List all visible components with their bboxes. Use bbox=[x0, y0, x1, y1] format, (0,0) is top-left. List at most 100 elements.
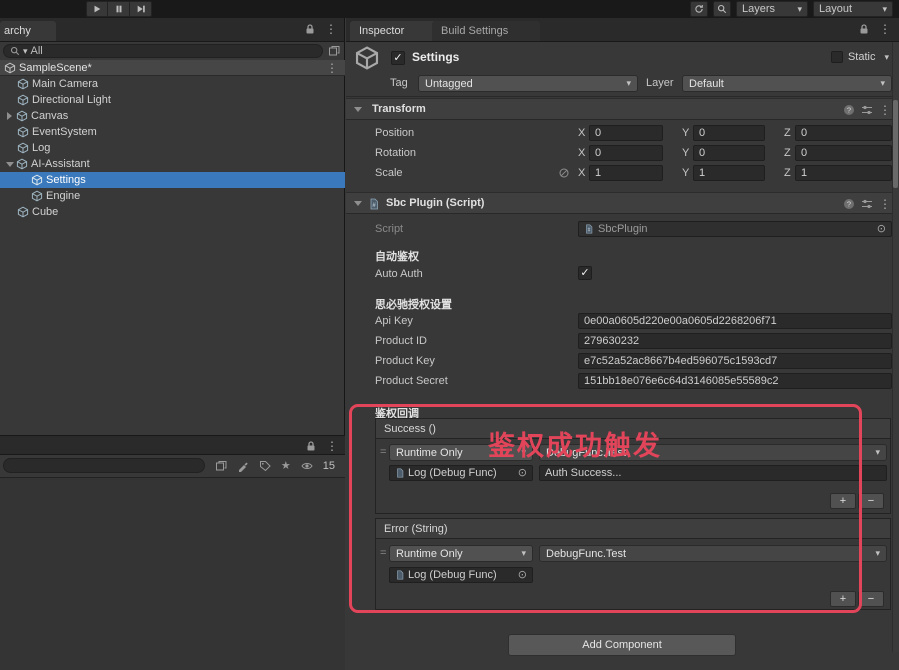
rotation-z-field[interactable]: 0 bbox=[795, 145, 892, 161]
hierarchy-item-label: Cube bbox=[32, 206, 58, 218]
scene-header-row[interactable]: SampleScene* ⋮ bbox=[0, 60, 345, 76]
lock-icon[interactable] bbox=[305, 440, 317, 452]
add-event-button[interactable]: + bbox=[830, 493, 856, 509]
kebab-menu-icon[interactable]: ⋮ bbox=[879, 198, 891, 210]
add-event-button[interactable]: + bbox=[830, 591, 856, 607]
presets-icon[interactable] bbox=[861, 104, 873, 116]
remove-event-button[interactable]: − bbox=[858, 493, 884, 509]
tab-inspector[interactable]: Inspector bbox=[350, 21, 442, 41]
gameobject-header: ✓ Settings Static ▾ Tag Untagged ▾ Layer… bbox=[346, 42, 899, 97]
foldout-expanded-icon[interactable] bbox=[354, 201, 362, 206]
object-picker-icon[interactable]: ⊙ bbox=[877, 224, 886, 235]
label-icon[interactable] bbox=[259, 460, 271, 472]
transform-header[interactable]: Transform ? ⋮ bbox=[346, 98, 899, 120]
remove-event-button[interactable]: − bbox=[858, 591, 884, 607]
api-key-field[interactable]: 0e00a0605d220e00a0605d2268206f71 bbox=[578, 313, 892, 329]
open-new-window-icon[interactable] bbox=[328, 45, 340, 57]
object-picker-icon[interactable]: ⊙ bbox=[518, 570, 527, 581]
hierarchy-tabstrip: archy ⋮ bbox=[0, 18, 344, 42]
tab-hierarchy[interactable]: archy bbox=[0, 21, 56, 41]
gameobject-icon bbox=[17, 206, 29, 218]
inspector-scrollbar-thumb[interactable] bbox=[893, 100, 898, 188]
lock-icon[interactable] bbox=[304, 23, 316, 35]
bottom-panel-search-input[interactable] bbox=[3, 458, 205, 473]
visibility-eye-icon[interactable] bbox=[301, 460, 313, 472]
event-function-value: DebugFunc.Test bbox=[546, 548, 871, 560]
foldout-collapsed-icon[interactable] bbox=[3, 112, 16, 120]
position-x-field[interactable]: 0 bbox=[589, 125, 663, 141]
scale-z-field[interactable]: 1 bbox=[795, 165, 892, 181]
success-event-argument-field[interactable]: Auth Success... bbox=[539, 465, 887, 481]
hierarchy-item-ai-assistant[interactable]: AI-Assistant bbox=[0, 156, 345, 172]
check-icon: ✓ bbox=[393, 53, 402, 64]
error-event-target-field[interactable]: Log (Debug Func) ⊙ bbox=[389, 567, 533, 583]
kebab-menu-icon[interactable]: ⋮ bbox=[325, 23, 337, 35]
api-key-label: Api Key bbox=[375, 315, 413, 327]
kebab-menu-icon[interactable]: ⋮ bbox=[879, 104, 891, 116]
play-icon bbox=[92, 4, 102, 14]
layers-dropdown[interactable]: Layers ▾ bbox=[736, 1, 808, 17]
product-secret-field[interactable]: 151bb18e076e6c64d3146085e55589c2 bbox=[578, 373, 892, 389]
hierarchy-item-canvas[interactable]: Canvas bbox=[0, 108, 345, 124]
hierarchy-item-settings-selected[interactable]: Settings bbox=[0, 172, 345, 188]
layout-dropdown[interactable]: Layout ▾ bbox=[813, 1, 893, 17]
sbc-plugin-header[interactable]: # Sbc Plugin (Script) ? ⋮ bbox=[346, 192, 899, 214]
scale-x-field[interactable]: 1 bbox=[589, 165, 663, 181]
add-component-button[interactable]: Add Component bbox=[508, 634, 736, 656]
search-button[interactable] bbox=[713, 1, 731, 17]
hierarchy-item-directional-light[interactable]: Directional Light bbox=[0, 92, 345, 108]
static-checkbox[interactable] bbox=[831, 51, 843, 63]
chevron-down-icon[interactable]: ▾ bbox=[884, 52, 889, 63]
foldout-expanded-icon[interactable] bbox=[354, 107, 362, 112]
pause-button[interactable] bbox=[108, 1, 130, 17]
tag-dropdown[interactable]: Untagged ▾ bbox=[418, 75, 638, 92]
product-id-field[interactable]: 279630232 bbox=[578, 333, 892, 349]
presets-icon[interactable] bbox=[861, 198, 873, 210]
layer-dropdown[interactable]: Default ▾ bbox=[682, 75, 892, 92]
lock-icon[interactable] bbox=[858, 23, 870, 35]
open-new-window-icon[interactable] bbox=[215, 460, 227, 472]
link-constrain-icon[interactable] bbox=[558, 167, 570, 179]
scale-y-field[interactable]: 1 bbox=[693, 165, 765, 181]
gameobject-name-field[interactable]: Settings bbox=[412, 50, 459, 64]
auto-auth-checkbox[interactable]: ✓ bbox=[578, 266, 592, 280]
position-y-field[interactable]: 0 bbox=[693, 125, 765, 141]
search-icon bbox=[10, 46, 20, 56]
drag-handle-icon[interactable]: = bbox=[380, 446, 386, 458]
hierarchy-item-cube[interactable]: Cube bbox=[0, 204, 345, 220]
kebab-menu-icon[interactable]: ⋮ bbox=[326, 440, 338, 452]
hierarchy-search-input[interactable]: ▾ All bbox=[3, 44, 323, 58]
error-event-mode-dropdown[interactable]: Runtime Only ▾ bbox=[389, 545, 533, 562]
gameobject-cube-icon[interactable] bbox=[354, 45, 380, 71]
brush-icon[interactable] bbox=[237, 460, 249, 472]
error-event-function-dropdown[interactable]: DebugFunc.Test ▾ bbox=[539, 545, 887, 562]
success-event-function-dropdown[interactable]: DebugFunc.Test ▾ bbox=[539, 444, 887, 461]
play-button[interactable] bbox=[86, 1, 108, 17]
static-group: Static ▾ bbox=[831, 51, 889, 63]
hierarchy-item-log[interactable]: Log bbox=[0, 140, 345, 156]
help-icon[interactable]: ? bbox=[843, 198, 855, 210]
product-key-field[interactable]: e7c52a52ac8667b4ed596075c1593cd7 bbox=[578, 353, 892, 369]
position-z-field[interactable]: 0 bbox=[795, 125, 892, 141]
object-picker-icon[interactable]: ⊙ bbox=[518, 468, 527, 479]
hierarchy-item-eventsystem[interactable]: EventSystem bbox=[0, 124, 345, 140]
kebab-menu-icon[interactable]: ⋮ bbox=[326, 62, 338, 74]
rotation-x-field[interactable]: 0 bbox=[589, 145, 663, 161]
hierarchy-item-main-camera[interactable]: Main Camera bbox=[0, 76, 345, 92]
help-icon[interactable]: ? bbox=[843, 104, 855, 116]
success-event-mode-dropdown[interactable]: Runtime Only ▾ bbox=[389, 444, 533, 461]
hierarchy-item-engine[interactable]: Engine bbox=[0, 188, 345, 204]
success-event-target-field[interactable]: Log (Debug Func) ⊙ bbox=[389, 465, 533, 481]
kebab-menu-icon[interactable]: ⋮ bbox=[879, 23, 891, 35]
refresh-button[interactable] bbox=[690, 1, 708, 17]
tab-build-settings[interactable]: Build Settings bbox=[432, 21, 540, 41]
rotation-y-field[interactable]: 0 bbox=[693, 145, 765, 161]
active-checkbox[interactable]: ✓ bbox=[391, 51, 405, 65]
tab-build-settings-label: Build Settings bbox=[441, 25, 508, 37]
foldout-expanded-icon[interactable] bbox=[3, 162, 16, 167]
favorite-star-icon[interactable]: ★ bbox=[281, 459, 291, 472]
refresh-icon bbox=[694, 4, 704, 14]
search-filter-chevron-icon[interactable]: ▾ bbox=[23, 46, 28, 57]
drag-handle-icon[interactable]: = bbox=[380, 547, 386, 559]
step-button[interactable] bbox=[130, 1, 152, 17]
